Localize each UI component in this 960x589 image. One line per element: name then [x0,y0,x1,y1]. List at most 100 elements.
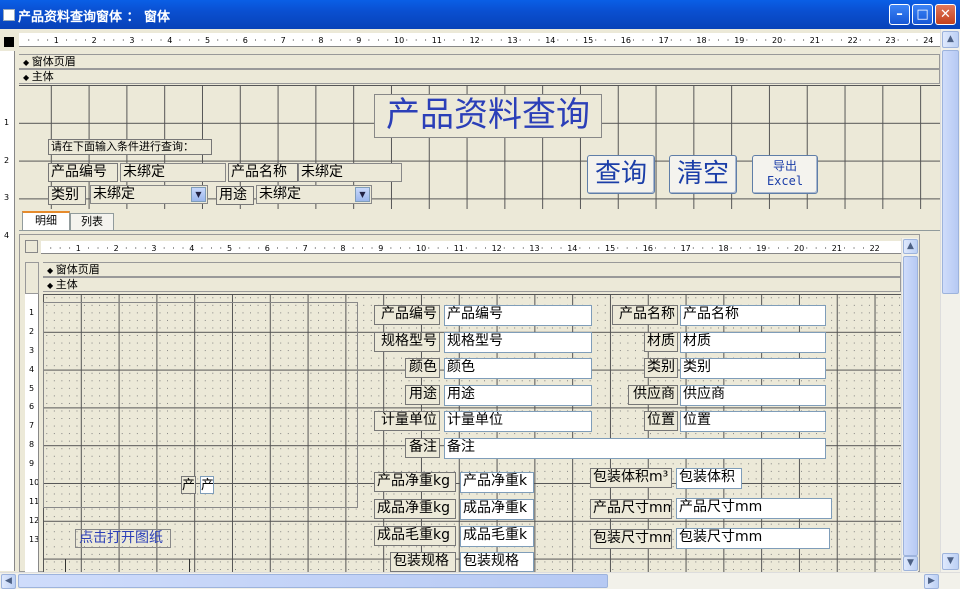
location-field[interactable]: 位置 [680,411,826,432]
ruler-tick-mark: · [518,36,522,45]
unit-field[interactable]: 计量单位 [444,411,592,432]
ruler-tick-label: 18 [718,244,729,253]
window-icon[interactable] [3,9,15,21]
ruler-tick-mark: · [868,36,872,45]
ruler-tick-mark: · [616,244,619,253]
ruler-tick-label: 22 [847,36,858,45]
ruler-tick-label: 17 [658,36,669,45]
ruler-tick-mark: · [370,244,374,253]
ruler-tick-label: 16 [620,36,631,45]
ruler-tick-label: 1 [75,244,81,253]
ruler-tick-mark: · [96,244,100,253]
chevron-down-icon[interactable]: ▼ [191,187,206,202]
ruler-tick-mark: · [446,244,449,253]
detail-section-bar[interactable]: 主体 [19,69,940,84]
prompt-label: 请在下面输入条件进行查询： [48,139,212,155]
subform-detail-section-bar[interactable]: 主体 [43,277,901,292]
ruler-tick-mark: · [112,36,116,45]
subform-header-section-bar[interactable]: 窗体页眉 [43,262,901,277]
ruler-tick-label: 11 [431,36,442,45]
remark-field[interactable]: 备注 [444,438,826,459]
form-selector[interactable] [2,35,16,49]
ruler-tick-mark: · [896,36,900,45]
product-no-field[interactable]: 产品编号 [444,305,592,326]
pack-size-field[interactable]: 包装尺寸mm [676,528,830,549]
scroll-left-icon[interactable]: ◀ [1,574,16,589]
usage-filter-combo[interactable]: 未绑定 ▼ [256,185,372,204]
image-field[interactable]: 产 [200,476,214,494]
ruler-tick-mark: · [663,244,667,253]
clear-button[interactable]: 清空 [669,155,737,194]
pack-volume-label: 包装体积m³ [590,468,672,488]
usage-filter-value: 未绑定 [259,186,301,202]
chevron-down-icon[interactable]: ▼ [355,187,370,202]
form-header-section-bar[interactable]: 窗体页眉 [19,54,940,69]
ruler-tick-mark: · [257,244,260,253]
pack-spec-field[interactable]: 包装规格 [460,552,534,572]
category-filter-combo[interactable]: 未绑定 ▼ [90,185,208,204]
window-vertical-scrollbar[interactable]: ▲ ▼ [940,29,960,572]
ruler-tick-mark: · [559,244,563,253]
close-button[interactable]: ✕ [935,4,956,25]
ruler-tick-mark: · [673,244,676,253]
product-size-label: 产品尺寸mm [590,499,672,519]
ruler-tick-mark: · [654,244,657,253]
maximize-button[interactable]: □ [912,4,933,25]
product-size-field[interactable]: 产品尺寸mm [676,498,832,519]
ruler-tick-mark: · [588,244,591,253]
ruler-tick-label: 7 [302,244,308,253]
spec-model-label: 规格型号 [374,332,440,352]
subform-vertical-scrollbar[interactable]: ▲ ▼ [901,238,918,572]
ruler-tick-label: 24 [923,36,934,45]
ruler-tick-mark: · [632,36,635,45]
scroll-right-icon[interactable]: ▶ [924,574,939,589]
spec-model-field[interactable]: 规格型号 [444,332,592,353]
ruler-tick-mark: · [386,36,390,45]
unit-label: 计量单位 [374,411,440,431]
ruler-tick-mark: · [49,244,52,253]
finished-net-weight-field[interactable]: 成品净重k [460,499,534,520]
tab-detail[interactable]: 明细 [22,211,70,231]
supplier-field[interactable]: 供应商 [680,385,826,406]
horizontal-scroll-thumb[interactable] [18,574,608,588]
ruler-tick-mark: · [862,244,865,253]
window-scroll-thumb[interactable] [942,50,959,294]
ruler-tick-label: 13 [29,534,39,544]
minimize-button[interactable]: – [889,4,910,25]
category-field[interactable]: 类别 [680,358,826,379]
ruler-tick-mark: · [821,36,824,45]
window-scroll-up-icon[interactable]: ▲ [942,31,959,48]
finished-gross-weight-field[interactable]: 成品毛重k [460,526,534,547]
product-name-field[interactable]: 产品名称 [680,305,826,326]
ruler-tick-label: 7 [280,36,286,45]
product-no-filter-input[interactable]: 未绑定 [120,163,226,182]
window-scroll-down-icon[interactable]: ▼ [942,553,959,570]
ruler-tick-label: 20 [772,36,783,45]
ruler-tick-mark: · [247,244,251,253]
ruler-tick-mark: · [481,36,484,45]
pack-volume-field[interactable]: 包装体积 [676,468,742,489]
ruler-tick-mark: · [701,244,705,253]
query-button[interactable]: 查询 [587,155,655,194]
ruler-tick-label: 20 [794,244,805,253]
material-field[interactable]: 材质 [680,332,826,353]
ruler-tick-label: 6 [29,402,35,412]
open-drawing-link[interactable]: 点击打开图纸 [75,529,171,548]
product-name-filter-input[interactable]: 未绑定 [298,163,402,182]
tab-list[interactable]: 列表 [70,213,114,231]
ruler-tick-mark: · [103,36,106,45]
subform-selector[interactable] [25,240,38,253]
ruler-tick-mark: · [726,36,730,45]
ruler-tick-mark: · [729,244,733,253]
horizontal-scrollbar[interactable]: ◀ ▶ [0,572,960,589]
usage-field[interactable]: 用途 [444,385,592,406]
color-field[interactable]: 颜色 [444,358,592,379]
export-excel-button[interactable]: 导出 Excel [752,155,818,194]
ruler-tick-mark: · [314,244,317,253]
scroll-down-icon[interactable]: ▼ [903,556,918,571]
scroll-up-icon[interactable]: ▲ [903,239,918,254]
subform-scroll-thumb[interactable] [903,256,918,556]
window-title: 产品资料查询窗体 ： 窗体 [18,10,171,25]
product-net-weight-field[interactable]: 产品净重k [460,472,534,493]
ruler-tick-mark: · [670,36,673,45]
